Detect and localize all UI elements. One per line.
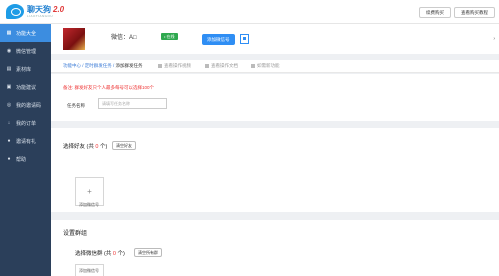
task-form: 备注: 群发好友只个人最多每号可以选择100个 任务名称 请填写任务名称	[51, 74, 499, 121]
task-name-input[interactable]: 请填写任务名称	[98, 98, 167, 109]
invite-icon: ◎	[6, 102, 12, 108]
sidebar-item-label: 素材库	[16, 66, 32, 73]
group-settings-section: 设置群组 选择微信群 (共 0 个) 清空所有群 添加微信号	[51, 220, 499, 276]
sidebar-item-label: 我的邀请码	[16, 102, 42, 109]
group-settings-title: 设置群组	[63, 231, 88, 237]
video-icon	[158, 64, 162, 68]
qrcode-icon[interactable]	[240, 34, 249, 44]
sidebar: ▦ 功能大全 ◉ 微信管理 ▤ 素材库 ▣ 功能建议 ◎ 我的邀请码 ↓ 我的订…	[0, 24, 51, 276]
clear-friends-button[interactable]: 清空好友	[112, 141, 136, 150]
task-name-label: 任务名称	[67, 103, 85, 108]
sidebar-item-orders[interactable]: ↓ 我的订单	[0, 114, 51, 132]
renew-button[interactable]: 续费购买	[419, 7, 451, 18]
wechat-icon: ◉	[6, 48, 12, 54]
sidebar-item-wechat[interactable]: ◉ 微信管理	[0, 42, 51, 60]
view-doc-link[interactable]: 查看操作文档	[205, 63, 238, 69]
help-icon: ●	[7, 156, 11, 162]
gift-icon: ●	[7, 138, 11, 144]
account-bar: 微信：A□ • 在线 添加微信号 ›	[51, 24, 499, 54]
main-content: 微信：A□ • 在线 添加微信号 › 功能中心 / 定时群发任务 / 添加群发任…	[51, 24, 499, 276]
breadcrumb-current: 添加群发任务	[115, 63, 143, 68]
sidebar-item-label: 邀请有礼	[16, 138, 37, 145]
select-friends-title: 选择好友 (共 0 个)	[63, 144, 108, 150]
sidebar-item-features[interactable]: ▦ 功能大全	[0, 24, 51, 42]
lightbulb-icon: ▣	[6, 84, 12, 90]
sidebar-item-materials[interactable]: ▤ 素材库	[0, 60, 51, 78]
document-icon	[205, 64, 209, 68]
add-wechat-button[interactable]: 添加微信号	[202, 34, 235, 45]
sidebar-item-label: 我的订单	[16, 120, 37, 127]
avatar[interactable]	[63, 28, 85, 50]
breadcrumb: 功能中心 / 定时群发任务 / 添加群发任务	[63, 63, 143, 68]
sidebar-item-label: 功能大全	[16, 30, 37, 37]
order-icon: ↓	[7, 120, 11, 126]
app-logo[interactable]: 聊天狗 2.0 LIAOTIANGOU	[6, 4, 64, 19]
sidebar-item-label: 帮助	[16, 156, 27, 163]
sidebar-item-label: 功能建议	[16, 84, 37, 91]
grid-icon: ▦	[6, 30, 12, 36]
chevron-right-icon[interactable]: ›	[493, 36, 495, 42]
top-bar: 聊天狗 2.0 LIAOTIANGOU 续费购买 查看购买教程	[0, 0, 499, 24]
clear-groups-button[interactable]: 清空所有群	[134, 248, 162, 257]
view-video-link[interactable]: 查看操作视频	[158, 63, 191, 69]
plus-icon: +	[87, 187, 92, 196]
sidebar-item-rewards[interactable]: ● 邀请有礼	[0, 132, 51, 150]
breadcrumb-parent[interactable]: 定时群发任务	[85, 63, 112, 68]
note-text: 备注: 群发好友只个人最多每号可以选择100个	[63, 85, 155, 90]
sidebar-item-help[interactable]: ● 帮助	[0, 150, 51, 168]
folder-icon: ▤	[6, 66, 12, 72]
sidebar-item-label: 微信管理	[16, 48, 37, 55]
wechat-account: 微信：A□	[111, 35, 137, 41]
select-friends-section: 选择好友 (共 0 个) 清空好友 + 添加微信号	[51, 128, 499, 212]
add-friend-caption: 添加微信号	[79, 202, 99, 207]
lightbulb-icon	[251, 64, 255, 68]
breadcrumb-bar: 功能中心 / 定时群发任务 / 添加群发任务 查看操作视频 查看操作文档 如需新…	[51, 60, 499, 73]
select-groups-title: 选择微信群 (共 0 个)	[75, 251, 125, 257]
feature-request-link[interactable]: 如需新功能	[251, 63, 280, 69]
sidebar-item-invite-code[interactable]: ◎ 我的邀请码	[0, 96, 51, 114]
app-name: 聊天狗 2.0	[27, 5, 65, 14]
app-subtitle: LIAOTIANGOU	[27, 14, 54, 18]
logo-icon	[6, 4, 24, 19]
add-group-caption: 添加微信号	[79, 268, 99, 273]
purchase-tutorial-button[interactable]: 查看购买教程	[454, 7, 495, 18]
sidebar-item-suggestions[interactable]: ▣ 功能建议	[0, 78, 51, 96]
breadcrumb-home[interactable]: 功能中心	[63, 63, 81, 68]
status-badge: • 在线	[161, 33, 178, 40]
